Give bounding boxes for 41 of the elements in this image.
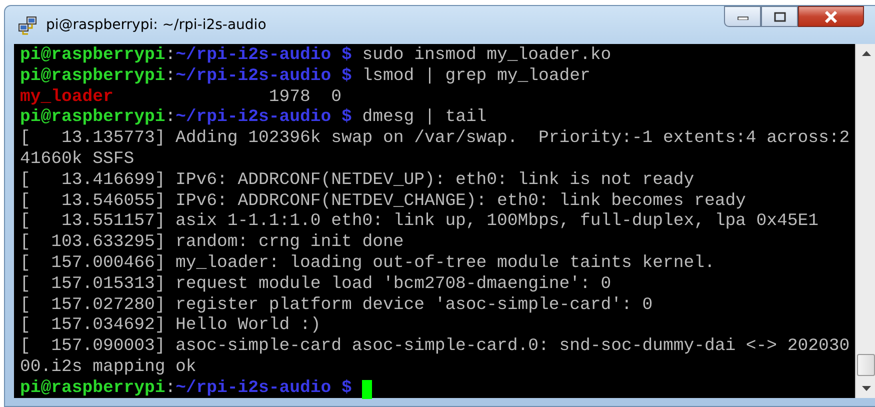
prompt-separator: : [165, 66, 176, 88]
minimize-button[interactable] [724, 6, 761, 27]
output-line: [ 157.015313] request module load 'bcm2708-dmaengine': 0 [20, 274, 612, 296]
output-line: [ 13.551157] asix 1-1.1:1.0 eth0: link up, 100Mbps, full-duplex, lpa 0x45E1 [20, 212, 819, 234]
close-icon[interactable] [824, 10, 838, 22]
output-line: [ 13.135773] Adding 102396k swap on /var/swap. Priority:-1 extents:4 across:2 [20, 129, 850, 150]
scroll-down-icon[interactable] [862, 386, 870, 392]
output-line: [ 13.546055] IPv6: ADDRCONF(NETDEV_CHANGE): eth0: link becomes ready [20, 192, 746, 212]
module-name: my_loader [20, 88, 114, 108]
command-text: lsmod | grep my_loader [362, 66, 590, 88]
output-line: [ 103.633295] random: crng init done [20, 233, 404, 254]
prompt-path: ~/rpi-i2s-audio $ [176, 378, 352, 400]
prompt-separator: : [165, 108, 176, 130]
module-info: 1978 0 [268, 88, 342, 108]
prompt-path: ~/rpi-i2s-audio $ [176, 66, 352, 88]
output-line: [ 157.027280] register platform device 'asoc-simple-card': 0 [20, 296, 653, 316]
prompt-user: pi@raspberrypi [20, 66, 166, 88]
prompt-user: pi@raspberrypi [20, 378, 166, 400]
prompt-path: ~/rpi-i2s-audio $ [176, 46, 352, 67]
output-line: [ 157.090003] asoc-simple-card asoc-simple-card.0: snd-soc-dummy-dai <-> 202030 [20, 337, 850, 358]
prompt-separator: : [165, 46, 176, 67]
minimize-icon[interactable] [736, 14, 748, 20]
output-line: [ 157.034692] Hello World :) [20, 316, 321, 338]
scroll-thumb[interactable] [857, 354, 875, 376]
command-text: sudo insmod my_loader.ko [362, 46, 612, 67]
maximize-button[interactable] [761, 6, 798, 27]
close-button[interactable] [798, 6, 864, 27]
prompt-path: ~/rpi-i2s-audio $ [176, 108, 352, 130]
maximize-icon[interactable] [774, 12, 786, 22]
output-line: [ 13.416699] IPv6: ADDRCONF(NETDEV_UP): eth0: link is not ready [20, 170, 694, 192]
prompt-separator: : [165, 378, 176, 400]
scrollbar[interactable] [855, 44, 875, 398]
command-text: dmesg | tail [362, 108, 487, 130]
window-title: pi@raspberrypi: ~/rpi-i2s-audio [46, 17, 268, 33]
output-line: 41660k SSFS [20, 150, 134, 171]
prompt-user: pi@raspberrypi [20, 108, 166, 130]
scroll-up-icon[interactable] [862, 50, 870, 56]
output-line: 00.i2s mapping ok [20, 358, 196, 379]
output-line: [ 157.000466] my_loader: loading out-of-tree module taints kernel. [20, 254, 715, 275]
prompt-user: pi@raspberrypi [20, 46, 166, 67]
computers-icon [18, 15, 38, 35]
